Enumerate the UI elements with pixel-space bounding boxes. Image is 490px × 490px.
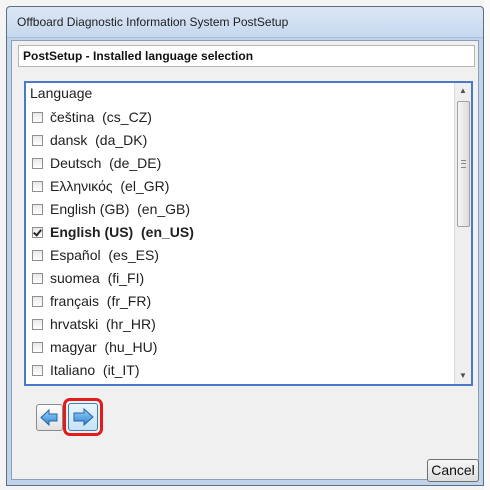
- language-row[interactable]: Deutsch (de_DE): [26, 153, 454, 176]
- desktop-edge: [484, 0, 490, 490]
- language-label: hrvatski (hr_HR): [50, 316, 156, 332]
- language-label: Ελληνικός (el_GR): [50, 178, 170, 194]
- postsetup-window: Offboard Diagnostic Information System P…: [6, 6, 484, 486]
- language-row[interactable]: hrvatski (hr_HR): [26, 314, 454, 337]
- scrollbar-thumb[interactable]: [457, 101, 470, 227]
- list-column-header: Language: [30, 85, 93, 101]
- language-row[interactable]: Ελληνικός (el_GR): [26, 176, 454, 199]
- scroll-down-arrow-icon[interactable]: ▼: [455, 368, 471, 384]
- language-row[interactable]: français (fr_FR): [26, 291, 454, 314]
- window-title: Offboard Diagnostic Information System P…: [17, 15, 289, 29]
- language-row[interactable]: English (GB) (en_GB): [26, 199, 454, 222]
- arrow-left-icon: [40, 408, 58, 427]
- language-checkbox[interactable]: [32, 112, 43, 123]
- language-list: čeština (cs_CZ)dansk (da_DK) Deutsch (de_…: [26, 107, 454, 383]
- language-row[interactable]: Italiano (it_IT): [26, 360, 454, 383]
- scroll-grip-icon: [461, 160, 466, 168]
- language-label: français (fr_FR): [50, 293, 152, 309]
- language-label: English (GB) (en_GB): [50, 201, 191, 217]
- language-row[interactable]: suomea (fi_FI): [26, 268, 454, 291]
- language-checkbox[interactable]: [32, 204, 43, 215]
- cancel-button[interactable]: Cancel: [427, 459, 479, 482]
- vertical-scrollbar[interactable]: ▲ ▼: [454, 83, 471, 384]
- language-checkbox[interactable]: [32, 296, 43, 307]
- window-titlebar[interactable]: Offboard Diagnostic Information System P…: [7, 7, 483, 38]
- language-row[interactable]: dansk (da_DK): [26, 130, 454, 153]
- language-checkbox[interactable]: [32, 250, 43, 261]
- language-checkbox[interactable]: [32, 342, 43, 353]
- language-label: Español (es_ES): [50, 247, 159, 263]
- language-row[interactable]: English (US) (en_US): [26, 222, 454, 245]
- language-checkbox[interactable]: [32, 319, 43, 330]
- next-button[interactable]: [68, 403, 98, 431]
- language-checkbox[interactable]: [32, 181, 43, 192]
- page-header: PostSetup - Installed language selection: [18, 45, 475, 67]
- language-listbox[interactable]: Language čeština (cs_CZ)dansk (da_DK) Deu…: [24, 81, 473, 386]
- language-label: magyar (hu_HU): [50, 339, 158, 355]
- language-label: English (US) (en_US): [50, 224, 194, 240]
- language-checkbox[interactable]: [32, 365, 43, 376]
- language-row[interactable]: magyar (hu_HU): [26, 337, 454, 360]
- language-label: čeština (cs_CZ): [50, 109, 152, 125]
- language-label: Italiano (it_IT): [50, 362, 140, 378]
- scroll-up-arrow-icon[interactable]: ▲: [455, 83, 471, 99]
- language-label: suomea (fi_FI): [50, 270, 145, 286]
- language-row[interactable]: čeština (cs_CZ): [26, 107, 454, 130]
- language-label: Deutsch (de_DE): [50, 155, 162, 171]
- window-client-area: PostSetup - Installed language selection…: [11, 40, 479, 482]
- language-checkbox[interactable]: [32, 227, 43, 238]
- language-checkbox[interactable]: [32, 273, 43, 284]
- page-title: PostSetup - Installed language selection: [23, 49, 254, 63]
- language-checkbox[interactable]: [32, 135, 43, 146]
- back-button[interactable]: [36, 404, 63, 431]
- language-label: dansk (da_DK): [50, 132, 148, 148]
- language-checkbox[interactable]: [32, 158, 43, 169]
- arrow-right-icon: [73, 407, 94, 427]
- language-row[interactable]: Español (es_ES): [26, 245, 454, 268]
